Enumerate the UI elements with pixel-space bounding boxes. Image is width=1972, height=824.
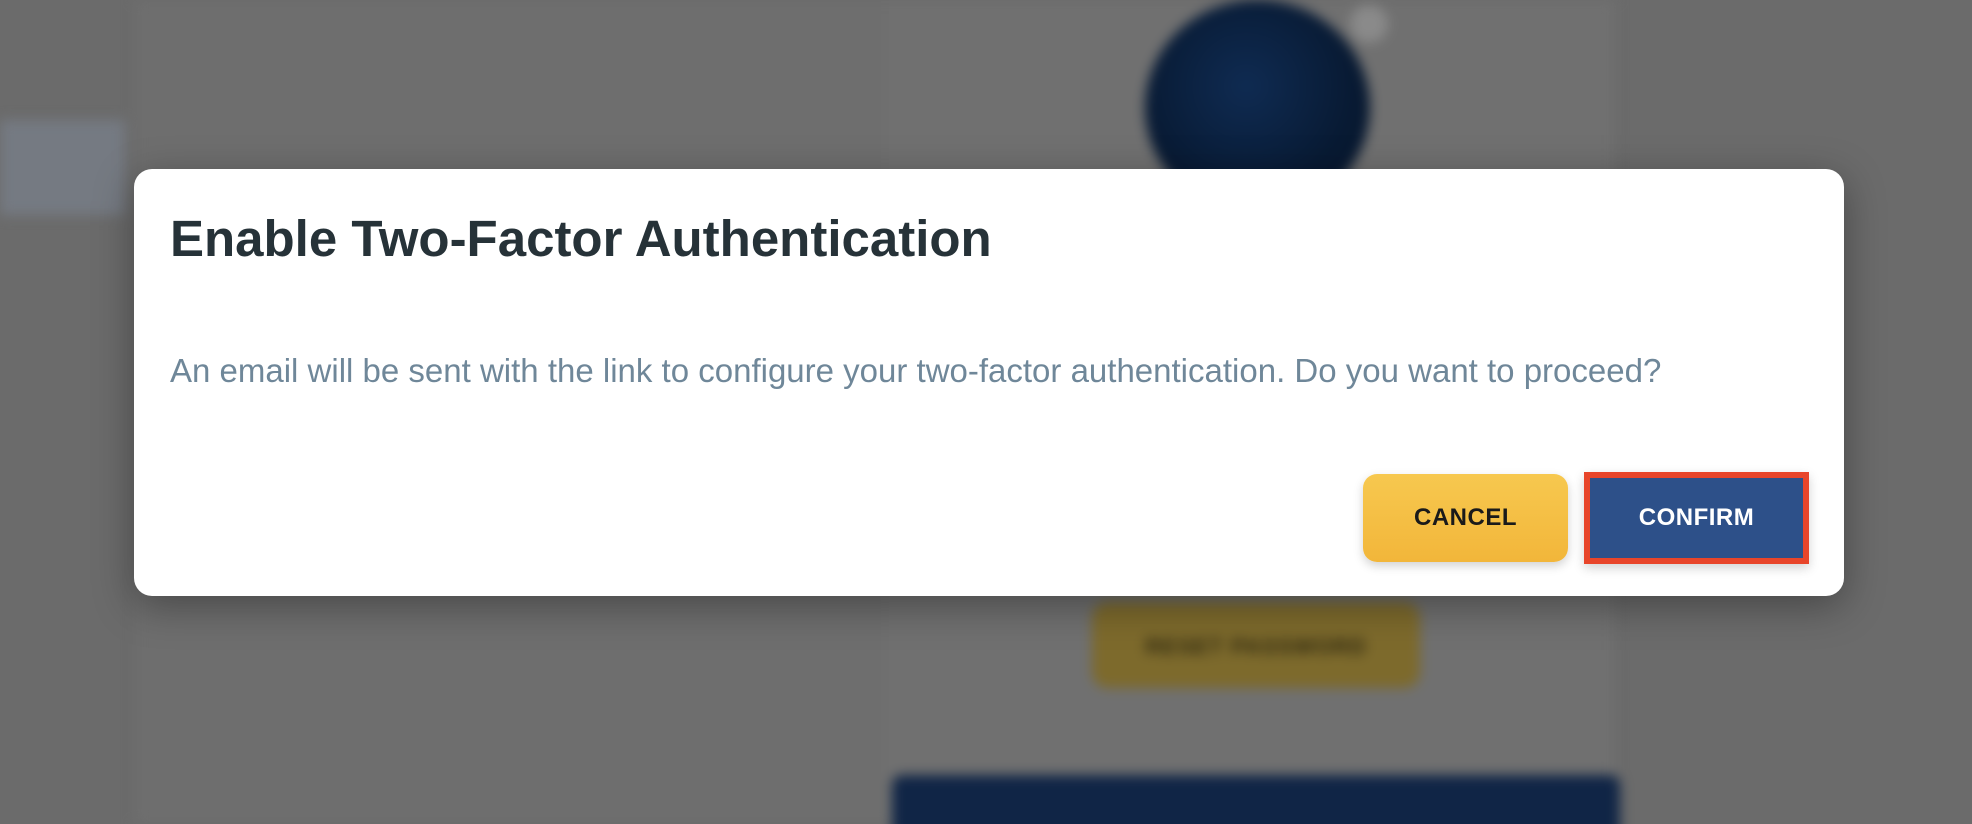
cancel-button[interactable]: CANCEL <box>1363 474 1568 562</box>
reset-password-label: RESET PASSWORD <box>1145 634 1367 659</box>
background-bottom-card <box>892 775 1620 824</box>
reset-password-button: RESET PASSWORD <box>1092 602 1420 688</box>
confirm-button[interactable]: CONFIRM <box>1584 472 1809 564</box>
dialog-message: An email will be sent with the link to c… <box>170 352 1662 389</box>
dialog-title: Enable Two-Factor Authentication <box>170 210 992 267</box>
avatar-edit-icon <box>1350 5 1388 43</box>
background-sidebar-tab <box>0 120 125 215</box>
two-factor-dialog: Enable Two-Factor Authentication An emai… <box>134 169 1844 596</box>
app-page: RESET PASSWORD Enable Two-Factor Authent… <box>0 0 1972 824</box>
